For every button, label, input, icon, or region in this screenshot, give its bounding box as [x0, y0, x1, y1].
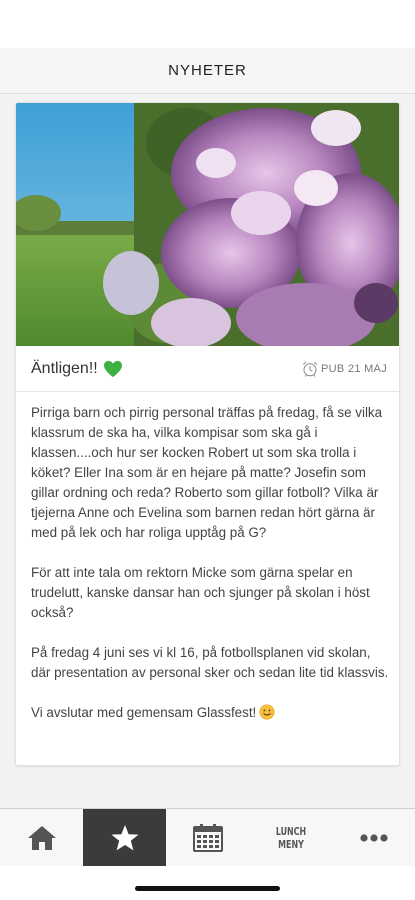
article-header: Äntligen!! PUB 21 MAJ [16, 346, 399, 392]
tab-more[interactable] [332, 809, 415, 866]
star-icon [111, 824, 138, 850]
lunch-menu-label: LUNCH MENY [271, 825, 311, 851]
publish-date: PUB 21 MAJ [301, 360, 387, 378]
article-paragraph: På fredag 4 juni ses vi kl 16, på fotbol… [31, 645, 389, 680]
news-feed[interactable]: Äntligen!! PUB 21 MAJ Pirriga barn och p… [0, 94, 415, 808]
calendar-icon [192, 823, 223, 852]
article-paragraph: Pirriga barn och pirrig personal träffas… [31, 405, 383, 540]
lunch-menu-label-line1: LUNCH [275, 824, 306, 838]
smiley-face-icon [259, 704, 275, 720]
home-icon [27, 825, 56, 850]
home-indicator[interactable] [135, 886, 280, 891]
publish-date-label: PUB 21 MAJ [321, 362, 387, 375]
page-title: NYHETER [168, 62, 247, 79]
tab-home[interactable] [0, 809, 83, 866]
article-title: Äntligen!! [31, 359, 98, 377]
tab-favorites[interactable] [83, 809, 166, 866]
lunch-menu-label-line2: MENY [277, 837, 304, 851]
tab-lunch-menu[interactable]: LUNCH MENY [249, 809, 332, 866]
article-paragraph-closing: Vi avslutar med gemensam Glassfest! [31, 703, 389, 723]
alarm-clock-icon [302, 361, 318, 377]
green-heart-icon [103, 360, 122, 377]
news-card[interactable]: Äntligen!! PUB 21 MAJ Pirriga barn och p… [15, 102, 400, 766]
status-bar-area [0, 0, 415, 48]
home-indicator-area [0, 866, 415, 900]
more-dots-icon [359, 833, 388, 842]
article-body: Pirriga barn och pirrig personal träffas… [31, 403, 389, 743]
bottom-tab-bar: LUNCH MENY [0, 808, 415, 866]
article-paragraph: För att inte tala om rektorn Micke som g… [31, 565, 370, 620]
lilac-photo [16, 103, 399, 346]
article-paragraph-text: Vi avslutar med gemensam Glassfest! [31, 705, 257, 720]
app-header: NYHETER [0, 48, 415, 94]
tab-calendar[interactable] [166, 809, 249, 866]
